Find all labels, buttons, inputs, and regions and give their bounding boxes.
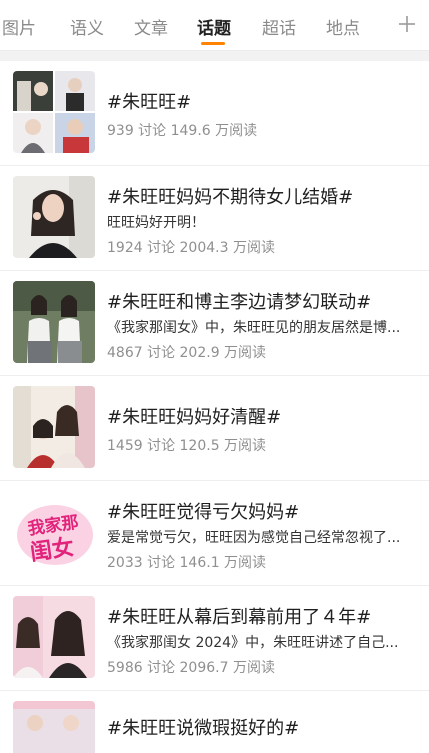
topic-description: 爱是常觉亏欠，旺旺因为感觉自己经常忽视了...	[107, 530, 401, 546]
tab-supertopics[interactable]: 超话	[262, 14, 296, 39]
topic-item[interactable]: #朱旺旺和博主李边请梦幻联动# 《我家那闺女》中，朱旺旺见的朋友居然是博... …	[0, 271, 429, 376]
topic-thumbnail	[13, 701, 95, 753]
topic-item[interactable]: #朱旺旺说微瑕挺好的#	[0, 691, 429, 753]
topic-description: 《我家那闺女 2024》中，朱旺旺讲述了自己...	[107, 635, 399, 651]
topic-thumbnail	[13, 71, 95, 153]
tab-places[interactable]: 地点	[326, 14, 360, 39]
topic-stats: 4867 讨论 202.9 万阅读	[107, 345, 267, 361]
topic-thumbnail	[13, 386, 95, 468]
tab-semantic[interactable]: 语义	[70, 14, 104, 39]
topic-thumbnail: 我家那 闺女	[13, 491, 95, 573]
topic-thumbnail	[13, 596, 95, 678]
topic-title: #朱旺旺觉得亏欠妈妈#	[107, 502, 300, 523]
topic-item[interactable]: 我家那 闺女 #朱旺旺觉得亏欠妈妈# 爱是常觉亏欠，旺旺因为感觉自己经常忽视了.…	[0, 481, 429, 586]
topic-thumbnail	[13, 176, 95, 258]
topic-title: #朱旺旺说微瑕挺好的#	[107, 718, 300, 739]
topic-description: 旺旺妈好开明！	[107, 215, 205, 231]
tab-topics[interactable]: 话题	[197, 14, 231, 39]
topic-stats: 5986 讨论 2096.7 万阅读	[107, 660, 275, 676]
topic-title: #朱旺旺从幕后到幕前用了４年#	[107, 607, 372, 628]
tab-articles[interactable]: 文章	[134, 14, 168, 39]
plus-icon[interactable]	[393, 10, 421, 38]
topic-stats: 1459 讨论 120.5 万阅读	[107, 438, 267, 454]
topic-item[interactable]: #朱旺旺从幕后到幕前用了４年# 《我家那闺女 2024》中，朱旺旺讲述了自己..…	[0, 586, 429, 691]
topic-title: #朱旺旺妈妈好清醒#	[107, 407, 282, 428]
topic-thumbnail	[13, 281, 95, 363]
active-tab-indicator	[201, 42, 225, 45]
topic-stats: 939 讨论 149.6 万阅读	[107, 123, 258, 139]
tab-images[interactable]: 图片	[2, 14, 36, 39]
topic-item[interactable]: #朱旺旺# 939 讨论 149.6 万阅读	[0, 61, 429, 166]
topic-item[interactable]: #朱旺旺妈妈好清醒# 1459 讨论 120.5 万阅读	[0, 376, 429, 481]
topic-stats: 2033 讨论 146.1 万阅读	[107, 555, 267, 571]
topic-stats: 1924 讨论 2004.3 万阅读	[107, 240, 275, 256]
topic-title: #朱旺旺#	[107, 92, 192, 113]
topic-title: #朱旺旺和博主李边请梦幻联动#	[107, 292, 372, 313]
section-gap	[0, 51, 429, 61]
topic-item[interactable]: #朱旺旺妈妈不期待女儿结婚# 旺旺妈好开明！ 1924 讨论 2004.3 万阅…	[0, 166, 429, 271]
topic-description: 《我家那闺女》中，朱旺旺见的朋友居然是博...	[107, 320, 401, 336]
topic-title: #朱旺旺妈妈不期待女儿结婚#	[107, 187, 354, 208]
topic-tab-bar: 图片 语义 文章 话题 超话 地点	[0, 0, 429, 51]
